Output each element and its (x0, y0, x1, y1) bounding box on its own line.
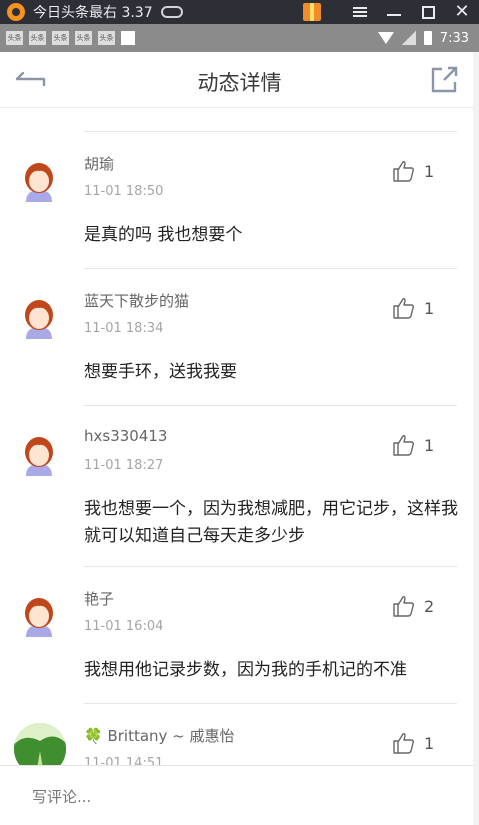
close-icon: ✕ (454, 1, 470, 22)
like-icon[interactable] (392, 594, 416, 618)
comment-item: hxs330413 11-01 18:27 1 我也想要一个，因为我想减肥，用它… (0, 406, 479, 567)
like-icon[interactable] (392, 159, 416, 183)
author-name[interactable]: 🍀 Brittany ~ 戚惠怡 (84, 725, 235, 746)
page-title: 动态详情 (197, 71, 282, 95)
like-count: 1 (424, 734, 435, 753)
like-count: 1 (424, 299, 435, 318)
maximize-icon (421, 5, 435, 19)
notification-icon (121, 31, 135, 45)
minimize-button[interactable] (377, 0, 411, 24)
comment-list[interactable]: 胡瑜 11-01 18:50 1 是真的吗 我也想要个 蓝天下散步的猫 11-0… (0, 108, 479, 765)
avatar-icon[interactable] (22, 597, 56, 639)
wifi-icon (377, 32, 394, 44)
avatar-icon[interactable] (22, 162, 56, 204)
gamepad-icon[interactable] (160, 6, 183, 18)
emulator-title-bar: 今日头条最右 3.37 ✕ (0, 0, 479, 24)
notification-icon: 头条 (52, 31, 69, 45)
battery-icon (423, 31, 432, 45)
comment-item: 蓝天下散步的猫 11-01 18:34 1 想要手环，送我我要 (0, 269, 479, 406)
author-name[interactable]: 蓝天下散步的猫 (84, 290, 189, 311)
signal-icon (401, 31, 416, 45)
scroll-edge (473, 52, 479, 825)
notification-icon: 头条 (75, 31, 92, 45)
status-time: 7:33 (439, 30, 469, 46)
app-logo-icon (7, 3, 25, 21)
author-name[interactable]: 胡瑜 (84, 153, 114, 174)
like-count: 1 (424, 436, 435, 455)
comment-time: 11-01 14:51 (84, 756, 164, 765)
emulator-title: 今日头条最右 3.37 (33, 5, 153, 21)
author-name[interactable]: hxs330413 (84, 427, 167, 445)
avatar-photo[interactable] (14, 723, 66, 765)
notification-icon: 头条 (6, 31, 23, 45)
menu-icon (353, 7, 367, 17)
like-icon[interactable] (392, 731, 416, 755)
minimize-icon (387, 14, 401, 16)
status-bar: 头条 头条 头条 头条 头条 7:33 (0, 24, 479, 52)
comment-time: 11-01 16:04 (84, 619, 164, 634)
app-header: 动态详情 (0, 52, 479, 108)
avatar-icon[interactable] (22, 299, 56, 341)
comment-text: 是真的吗 我也想要个 (84, 225, 243, 245)
author-name[interactable]: 艳子 (84, 588, 114, 609)
like-count: 2 (424, 597, 435, 616)
comment-text: 我想用他记录步数，因为我的手机记的不准 (84, 660, 407, 680)
comment-item: 艳子 11-01 16:04 2 我想用他记录步数，因为我的手机记的不准 (0, 567, 479, 704)
like-icon[interactable] (392, 296, 416, 320)
comment-text: 想要手环，送我我要 (84, 362, 237, 382)
comment-text: 我也想要一个，因为我想减肥，用它记步，这样我就可以知道自己每天走多少步 (84, 499, 458, 546)
comment-time: 11-01 18:27 (84, 458, 164, 473)
comment-input[interactable] (32, 788, 432, 806)
like-icon[interactable] (392, 433, 416, 457)
like-count: 1 (424, 162, 435, 181)
comment-time: 11-01 18:50 (84, 184, 164, 199)
avatar-icon[interactable] (22, 436, 56, 478)
maximize-button[interactable] (411, 0, 445, 24)
share-icon[interactable] (429, 65, 459, 95)
notification-icon: 头条 (29, 31, 46, 45)
close-button[interactable]: ✕ (445, 0, 479, 24)
comment-time: 11-01 18:34 (84, 321, 164, 336)
gift-icon[interactable] (303, 3, 321, 21)
notification-icon: 头条 (98, 31, 115, 45)
comment-item: 🍀 Brittany ~ 戚惠怡 11-01 14:51 1 (0, 704, 479, 765)
comment-bar (0, 765, 479, 825)
comment-item: 胡瑜 11-01 18:50 1 是真的吗 我也想要个 (0, 132, 479, 269)
menu-button[interactable] (343, 0, 377, 24)
